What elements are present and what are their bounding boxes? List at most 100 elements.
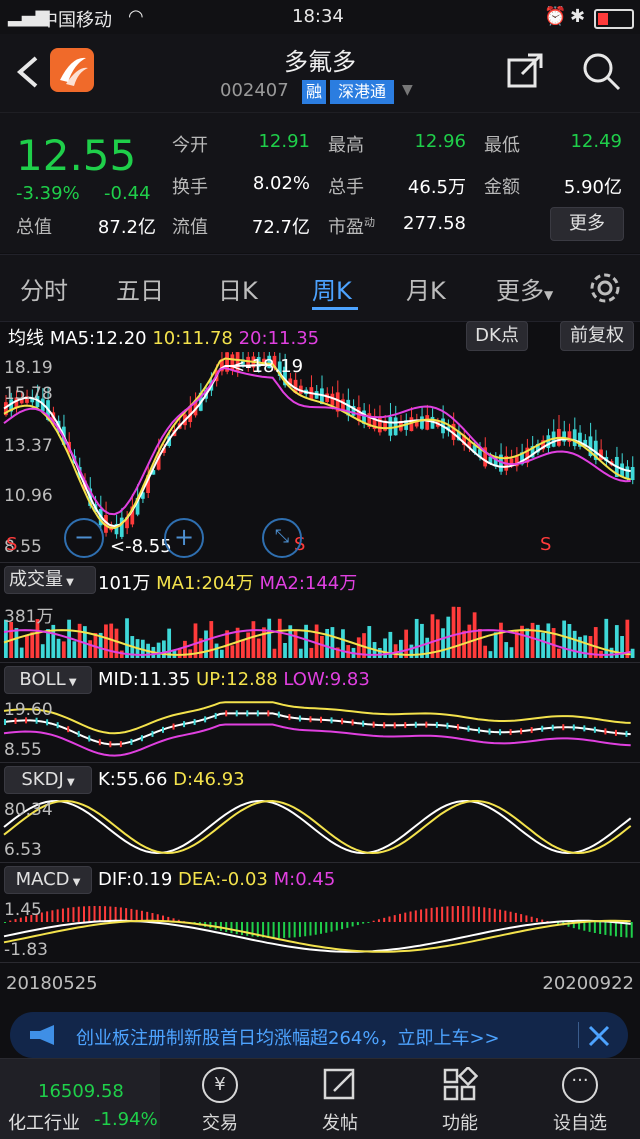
share-icon[interactable]	[506, 52, 544, 90]
volume-bar	[341, 629, 345, 658]
volume-bar	[441, 628, 445, 658]
tab-more[interactable]: 更多▼	[496, 271, 553, 306]
boll-candle	[298, 715, 301, 722]
zoom-in-icon[interactable]: +	[164, 518, 204, 558]
high-label: 最高	[328, 135, 364, 156]
trade-icon: ¥	[202, 1067, 238, 1103]
boll-candle	[67, 726, 70, 733]
change-amount: -0.44	[104, 183, 151, 204]
volume-indicator-selector[interactable]: 成交量 ▼	[4, 566, 96, 594]
amount: 5.90亿	[563, 177, 622, 198]
macd-histogram-bar	[377, 919, 380, 922]
skdj-y-bottom: 6.53	[4, 840, 42, 860]
zoom-out-icon[interactable]: −	[64, 518, 104, 558]
skdj-k: K:55.66	[98, 769, 168, 790]
volume-bar	[251, 621, 256, 658]
boll-candle	[425, 721, 428, 728]
search-icon[interactable]	[580, 50, 622, 92]
tab-monthly-k[interactable]: 月K	[406, 271, 446, 306]
macd-chart[interactable]	[0, 896, 640, 960]
volume-bar	[19, 647, 24, 658]
boll-chart[interactable]	[0, 696, 640, 760]
forward-adjust-button[interactable]: 前复权	[560, 321, 634, 351]
nav-post[interactable]: 发帖	[280, 1059, 400, 1139]
boll-candle	[446, 722, 449, 729]
macd-histogram-bar	[425, 908, 428, 922]
boll-candle	[151, 730, 154, 737]
candle-body	[388, 416, 393, 436]
boll-candle	[572, 724, 575, 731]
candle-body	[572, 429, 577, 447]
volume-ma2: MA2:144万	[259, 573, 358, 594]
date-axis: 20180525 20200922	[0, 962, 640, 999]
boll-candle	[541, 725, 544, 732]
nav-function[interactable]: 功能	[400, 1059, 520, 1139]
boll-candle	[467, 725, 470, 732]
selector-caret-icon: ▼	[69, 877, 81, 888]
more-button[interactable]: 更多	[550, 207, 624, 241]
shenzhen-hk-connect-badge: 深港通	[330, 80, 394, 104]
volume-bar	[314, 624, 319, 658]
settings-gear-icon[interactable]	[588, 271, 622, 305]
ma20-value: 20:11.35	[238, 328, 320, 349]
macd-histogram-bar	[288, 922, 291, 938]
boll-candle	[614, 729, 617, 736]
close-icon[interactable]	[588, 1025, 610, 1047]
volume-bar	[404, 629, 409, 658]
tab-daily-k[interactable]: 日K	[218, 271, 258, 306]
battery-icon	[594, 9, 634, 29]
volume-bar	[156, 642, 161, 658]
nav-add-watchlist[interactable]: ··· 设自选	[520, 1059, 640, 1139]
nav-trade[interactable]: ¥ 交易	[160, 1059, 280, 1139]
active-tab-indicator	[312, 307, 358, 310]
candle-body	[625, 466, 630, 479]
macd-histogram-bar	[609, 922, 612, 936]
y-label-4: 10.96	[4, 486, 53, 506]
caret-down-icon[interactable]: ▼	[402, 82, 413, 98]
macd-histogram-bar	[283, 922, 286, 938]
turnover-rate: 8.02%	[252, 173, 310, 194]
volume-bar	[499, 622, 503, 658]
tab-intraday[interactable]: 分时	[20, 271, 68, 306]
candle-body	[119, 517, 124, 537]
sector-change: -1.94%	[94, 1109, 158, 1130]
macd-indicator-selector[interactable]: MACD ▼	[4, 866, 92, 894]
sector-index-card[interactable]: 16509.58 化工行业 -1.94%	[0, 1059, 160, 1139]
volume-chart[interactable]	[0, 596, 640, 660]
macd-histogram-bar	[109, 906, 112, 922]
macd-m: M:0.45	[273, 869, 336, 890]
dk-point-button[interactable]: DK点	[466, 321, 528, 351]
boll-indicator-selector[interactable]: BOLL ▼	[4, 666, 92, 694]
volume-bar	[277, 618, 282, 658]
boll-candle	[330, 717, 333, 724]
boll-candle	[488, 728, 491, 735]
volume-bar	[530, 622, 535, 658]
tab-weekly-k[interactable]: 周K	[312, 271, 352, 306]
tab-five-day[interactable]: 五日	[116, 271, 164, 306]
skdj-chart[interactable]	[0, 796, 640, 860]
candle-body	[377, 416, 382, 433]
skdj-legend: K:55.66 D:46.93	[98, 769, 245, 790]
boll-candle	[362, 720, 365, 727]
low-label: 最低	[484, 135, 520, 156]
volume-bar	[609, 647, 614, 658]
volume-bar	[493, 632, 498, 658]
macd-histogram-bar	[351, 922, 354, 927]
volume-bar	[325, 628, 330, 658]
nav-post-label: 发帖	[322, 1113, 358, 1134]
open-label: 今开	[172, 135, 208, 156]
macd-y-top: 1.45	[4, 900, 42, 920]
s-mark: S	[540, 534, 552, 555]
boll-candle	[604, 728, 607, 735]
promo-banner[interactable]: 创业板注册制新股首日均涨幅超264%，立即上车>>	[10, 1012, 628, 1058]
skdj-indicator-selector[interactable]: SKDJ ▼	[4, 766, 92, 794]
fullscreen-icon[interactable]: ⤡	[262, 518, 302, 558]
indicator-line	[3, 799, 632, 855]
skdj-d: D:46.93	[173, 769, 245, 790]
volume-bar	[256, 638, 261, 658]
macd-histogram-bar	[504, 910, 507, 922]
volume-bar	[620, 636, 624, 658]
volume-bar	[61, 641, 66, 658]
volume-bar	[40, 644, 45, 658]
boll-y-top: 19.60	[4, 700, 53, 720]
